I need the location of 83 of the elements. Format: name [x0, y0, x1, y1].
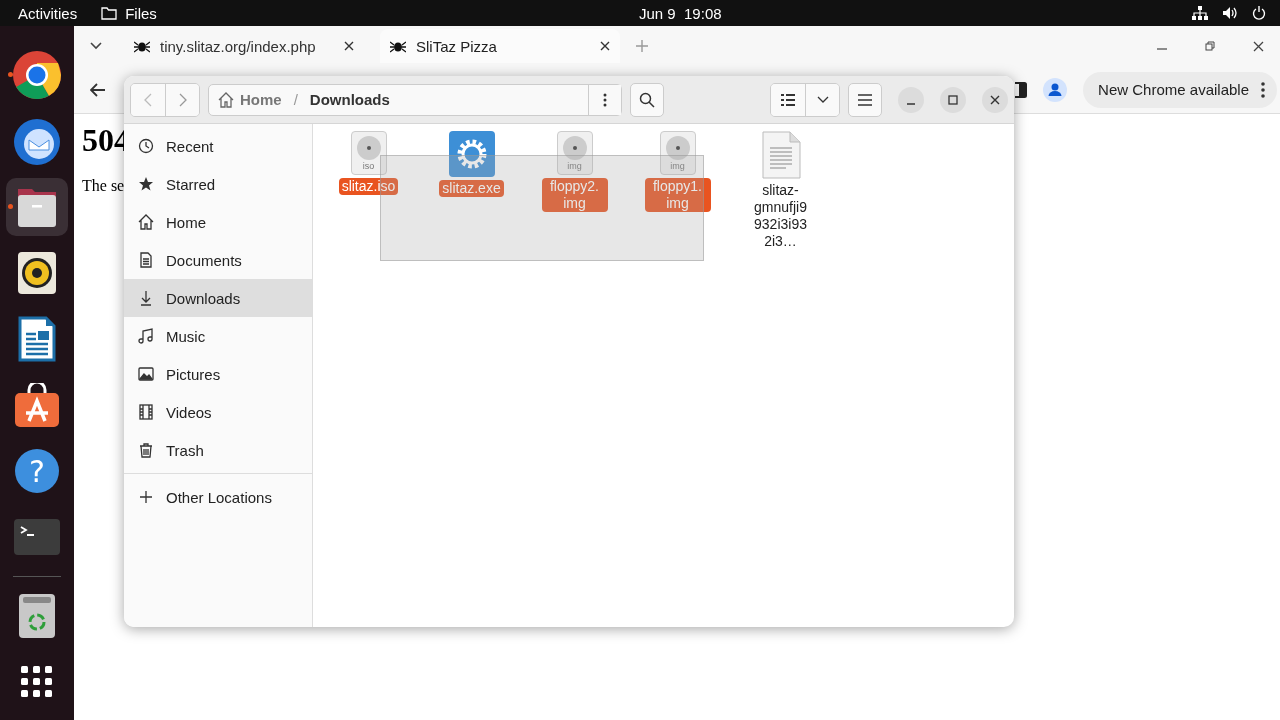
chevron-down-icon[interactable]	[90, 42, 102, 50]
sidebar-item[interactable]: Music	[124, 317, 312, 355]
file-name: slitaz.iso	[338, 178, 399, 195]
sidebar-item[interactable]: Pictures	[124, 355, 312, 393]
update-button[interactable]: New Chrome available	[1083, 71, 1277, 108]
chevron-left-icon	[144, 92, 152, 107]
spider-icon	[134, 39, 150, 53]
music-icon	[138, 328, 154, 344]
sidebar-item[interactable]: Videos	[124, 393, 312, 431]
minimize-button[interactable]	[898, 86, 924, 113]
dock-item[interactable]	[6, 178, 68, 236]
profile-icon[interactable]	[1043, 77, 1068, 102]
search-icon	[639, 91, 655, 108]
side-panel-icon[interactable]	[1015, 81, 1028, 98]
clock[interactable]: Jun 9 19:08	[639, 4, 722, 22]
home-icon	[138, 214, 154, 230]
folder-icon	[101, 6, 118, 20]
trash-icon	[138, 442, 154, 458]
close-button[interactable]	[982, 86, 1008, 113]
bird-mail-icon	[12, 116, 62, 166]
more-options-icon	[1261, 81, 1265, 98]
disc-image-icon: img	[659, 131, 696, 175]
help-icon: ?	[15, 449, 59, 493]
speaker-icon	[18, 252, 56, 294]
restore-icon[interactable]	[1205, 41, 1215, 51]
shopping-bag-icon	[14, 383, 60, 427]
file-item[interactable]: iso slitaz.iso	[317, 131, 420, 250]
spider-icon	[390, 39, 406, 53]
recent-icon	[138, 138, 154, 154]
menu-icon	[858, 93, 872, 106]
network-icon[interactable]	[1192, 6, 1208, 20]
search-button[interactable]	[630, 82, 664, 117]
sidebar-item[interactable]: Other Locations	[124, 478, 312, 516]
close-icon[interactable]	[1253, 40, 1264, 52]
close-icon[interactable]	[344, 41, 354, 51]
gear-icon	[448, 131, 495, 177]
terminal-icon	[14, 519, 60, 555]
maximize-icon	[948, 94, 958, 105]
more-options-icon	[603, 92, 607, 107]
pictures-icon	[138, 366, 154, 382]
disc-image-icon: img	[556, 131, 593, 175]
file-item[interactable]: slitaz-gmnufji9932i3i932i3…	[729, 131, 832, 250]
sidebar-item[interactable]: Trash	[124, 431, 312, 469]
sidebar-item[interactable]: Home	[124, 203, 312, 241]
menu-button[interactable]	[848, 82, 882, 117]
list-view-button[interactable]	[771, 83, 805, 116]
activities-button[interactable]: Activities	[18, 4, 78, 22]
close-icon	[990, 94, 1000, 105]
power-icon[interactable]	[1252, 6, 1266, 20]
file-name: slitaz.exe	[439, 180, 504, 197]
chevron-right-icon	[178, 92, 187, 107]
documents-icon	[138, 252, 154, 268]
close-icon[interactable]	[600, 41, 610, 51]
sidebar-item[interactable]: Starred	[124, 165, 312, 203]
app-grid-icon	[21, 666, 53, 698]
page-text: The se	[82, 177, 125, 195]
starred-icon	[138, 176, 154, 192]
path-segment[interactable]: Home	[240, 91, 282, 108]
trash-icon	[19, 594, 55, 638]
videos-icon	[138, 404, 154, 420]
downloads-icon	[138, 290, 154, 306]
file-name: floppy2.img	[541, 178, 608, 212]
text-file-icon	[760, 131, 801, 179]
app-menu[interactable]: Files	[101, 4, 157, 22]
home-icon	[218, 91, 234, 108]
volume-icon[interactable]	[1222, 6, 1238, 20]
sidebar-item[interactable]: Downloads	[124, 279, 312, 317]
browser-tab[interactable]: tiny.slitaz.org/index.php	[124, 29, 364, 63]
file-name: slitaz-gmnufji9932i3i932i3…	[753, 182, 808, 250]
browser-icon	[12, 50, 62, 100]
back-arrow-icon[interactable]	[90, 82, 106, 97]
path-segment[interactable]: Downloads	[309, 91, 390, 108]
sidebar-item[interactable]: Documents	[124, 241, 312, 279]
disc-image-icon: iso	[350, 131, 387, 175]
minimize-icon	[907, 102, 915, 105]
browser-tab[interactable]: SliTaz Pizza	[380, 29, 620, 63]
document-icon	[18, 316, 56, 362]
chevron-down-icon	[816, 95, 829, 104]
sidebar-item[interactable]: Recent	[124, 127, 312, 165]
path-separator: /	[293, 91, 298, 108]
file-name: floppy1.img	[644, 178, 711, 212]
maximize-button[interactable]	[940, 86, 966, 113]
list-icon	[781, 93, 795, 106]
